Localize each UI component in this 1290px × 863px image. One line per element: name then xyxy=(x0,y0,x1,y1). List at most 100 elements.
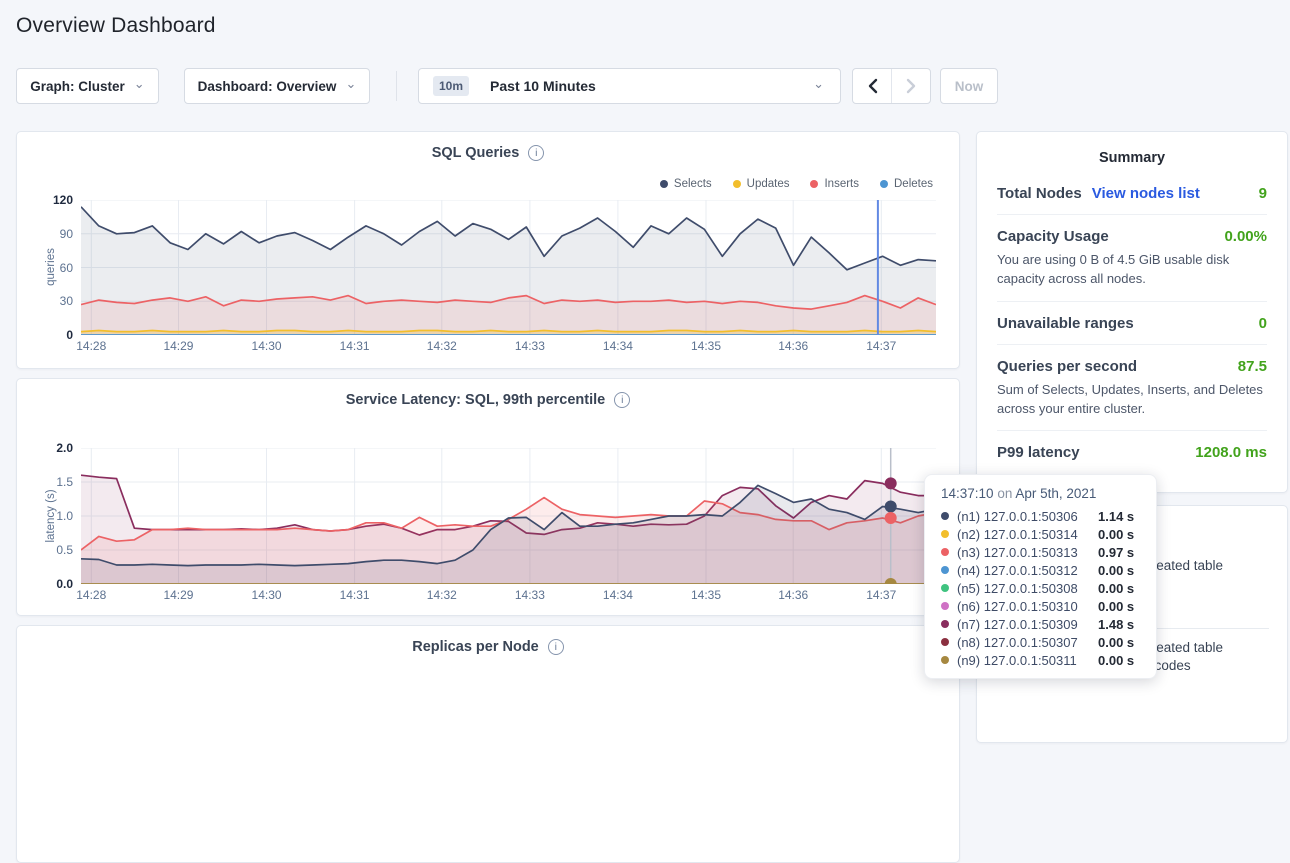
y-tick-label: 30 xyxy=(39,294,73,308)
chevron-left-icon xyxy=(867,78,878,94)
node-address: (n3) 127.0.0.1:50313 xyxy=(957,545,1098,560)
x-tick-label: 14:34 xyxy=(603,339,633,353)
chart-title: Service Latency: SQL, 99th percentile i xyxy=(17,392,959,408)
page-title: Overview Dashboard xyxy=(16,14,216,38)
summary-capacity-usage: Capacity Usage 0.00% You are using 0 B o… xyxy=(997,215,1267,302)
hover-point xyxy=(885,477,897,489)
y-tick-label: 60 xyxy=(39,261,73,275)
x-tick-label: 14:36 xyxy=(778,588,808,602)
x-tick-label: 14:35 xyxy=(691,339,721,353)
tooltip-date: Apr 5th, 2021 xyxy=(1015,486,1096,501)
node-color-dot xyxy=(941,620,949,628)
chart-title: SQL Queries i xyxy=(17,145,959,161)
time-step-forward-button[interactable] xyxy=(891,69,930,103)
tooltip-row: (n1) 127.0.0.1:503061.14 s xyxy=(941,507,1142,525)
x-tick-label: 14:31 xyxy=(340,339,370,353)
node-latency-value: 0.00 s xyxy=(1098,581,1134,596)
node-latency-value: 0.00 s xyxy=(1098,527,1134,542)
node-color-dot xyxy=(941,548,949,556)
node-color-dot xyxy=(941,656,949,664)
node-latency-value: 0.00 s xyxy=(1098,653,1134,668)
node-address: (n7) 127.0.0.1:50309 xyxy=(957,617,1098,632)
x-tick-label: 14:32 xyxy=(427,588,457,602)
tooltip-row: (n5) 127.0.0.1:503080.00 s xyxy=(941,579,1142,597)
dashboard-dropdown[interactable]: Dashboard: Overview ⌄ xyxy=(184,68,370,104)
time-step-back-button[interactable] xyxy=(853,69,891,103)
node-address: (n9) 127.0.0.1:50311 xyxy=(957,653,1098,668)
chart-plot-area[interactable] xyxy=(81,200,936,335)
x-tick-label: 14:28 xyxy=(76,588,106,602)
node-color-dot xyxy=(941,602,949,610)
info-icon[interactable]: i xyxy=(614,392,630,408)
node-color-dot xyxy=(941,584,949,592)
qps-value: 87.5 xyxy=(1238,358,1267,375)
capacity-usage-description: You are using 0 B of 4.5 GiB usable disk… xyxy=(997,251,1267,289)
node-color-dot xyxy=(941,512,949,520)
qps-label: Queries per second xyxy=(997,358,1137,375)
legend-item-updates[interactable]: Updates xyxy=(733,178,790,190)
unavailable-ranges-label: Unavailable ranges xyxy=(997,315,1134,332)
legend-item-selects[interactable]: Selects xyxy=(660,178,712,190)
y-tick-label: 0.0 xyxy=(39,577,73,591)
chart-plot-area[interactable] xyxy=(81,448,936,584)
legend-dot xyxy=(733,180,741,188)
view-nodes-list-link[interactable]: View nodes list xyxy=(1092,185,1200,202)
legend-dot xyxy=(660,180,668,188)
time-range-dropdown[interactable]: 10m Past 10 Minutes ⌄ xyxy=(418,68,841,104)
node-address: (n6) 127.0.0.1:50310 xyxy=(957,599,1098,614)
y-tick-label: 120 xyxy=(39,193,73,207)
hover-point xyxy=(885,501,897,513)
node-latency-value: 1.48 s xyxy=(1098,617,1134,632)
x-tick-label: 14:35 xyxy=(691,588,721,602)
dashboard-label: Dashboard: Overview xyxy=(198,79,337,94)
summary-queries-per-second: Queries per second 87.5 Sum of Selects, … xyxy=(997,345,1267,432)
graph-scope-dropdown[interactable]: Graph: Cluster ⌄ xyxy=(16,68,159,104)
node-address: (n1) 127.0.0.1:50306 xyxy=(957,509,1098,524)
x-tick-label: 14:31 xyxy=(340,588,370,602)
node-latency-value: 0.00 s xyxy=(1098,563,1134,578)
tooltip-row: (n6) 127.0.0.1:503100.00 s xyxy=(941,597,1142,615)
x-tick-label: 14:30 xyxy=(252,339,282,353)
legend-label: Inserts xyxy=(824,178,859,190)
x-tick-label: 14:34 xyxy=(603,588,633,602)
chevron-down-icon: ⌄ xyxy=(134,79,145,89)
x-tick-label: 14:29 xyxy=(163,588,193,602)
toolbar-divider xyxy=(396,71,397,101)
y-tick-label: 0.5 xyxy=(39,543,73,557)
p99-latency-value: 1208.0 ms xyxy=(1195,444,1267,461)
service-latency-chart-card: Service Latency: SQL, 99th percentile i … xyxy=(16,378,960,616)
sql-queries-chart-card: SQL Queries i Selects Updates Inserts Delet… xyxy=(16,131,960,369)
total-nodes-value: 9 xyxy=(1259,185,1267,202)
summary-total-nodes: Total Nodes View nodes list 9 xyxy=(997,172,1267,215)
y-tick-label: 2.0 xyxy=(39,441,73,455)
capacity-usage-label: Capacity Usage xyxy=(997,228,1109,245)
capacity-usage-value: 0.00% xyxy=(1224,228,1267,245)
legend-label: Deletes xyxy=(894,178,933,190)
tooltip-row: (n2) 127.0.0.1:503140.00 s xyxy=(941,525,1142,543)
replicas-per-node-chart-card: Replicas per Node i xyxy=(16,625,960,863)
legend-item-inserts[interactable]: Inserts xyxy=(810,178,859,190)
chart-title-text: Replicas per Node xyxy=(412,639,539,655)
summary-p99-latency: P99 latency 1208.0 ms xyxy=(997,431,1267,473)
tooltip-timestamp: 14:37:10 on Apr 5th, 2021 xyxy=(941,486,1142,501)
tooltip-row: (n3) 127.0.0.1:503130.97 s xyxy=(941,543,1142,561)
legend-dot xyxy=(880,180,888,188)
x-tick-label: 14:33 xyxy=(515,588,545,602)
node-address: (n5) 127.0.0.1:50308 xyxy=(957,581,1098,596)
chevron-right-icon xyxy=(906,78,917,94)
tooltip-row: (n7) 127.0.0.1:503091.48 s xyxy=(941,615,1142,633)
chevron-down-icon: ⌄ xyxy=(345,79,356,89)
node-color-dot xyxy=(941,530,949,538)
tooltip-connector: on xyxy=(997,486,1012,501)
hover-point xyxy=(885,512,897,524)
tooltip-row: (n8) 127.0.0.1:503070.00 s xyxy=(941,633,1142,651)
now-button[interactable]: Now xyxy=(940,68,998,104)
info-icon[interactable]: i xyxy=(548,639,564,655)
chart-hover-tooltip: 14:37:10 on Apr 5th, 2021 (n1) 127.0.0.1… xyxy=(924,474,1157,679)
summary-unavailable-ranges: Unavailable ranges 0 xyxy=(997,302,1267,345)
info-icon[interactable]: i xyxy=(528,145,544,161)
y-tick-label: 1.0 xyxy=(39,509,73,523)
legend-label: Updates xyxy=(747,178,790,190)
node-latency-value: 0.97 s xyxy=(1098,545,1134,560)
legend-item-deletes[interactable]: Deletes xyxy=(880,178,933,190)
